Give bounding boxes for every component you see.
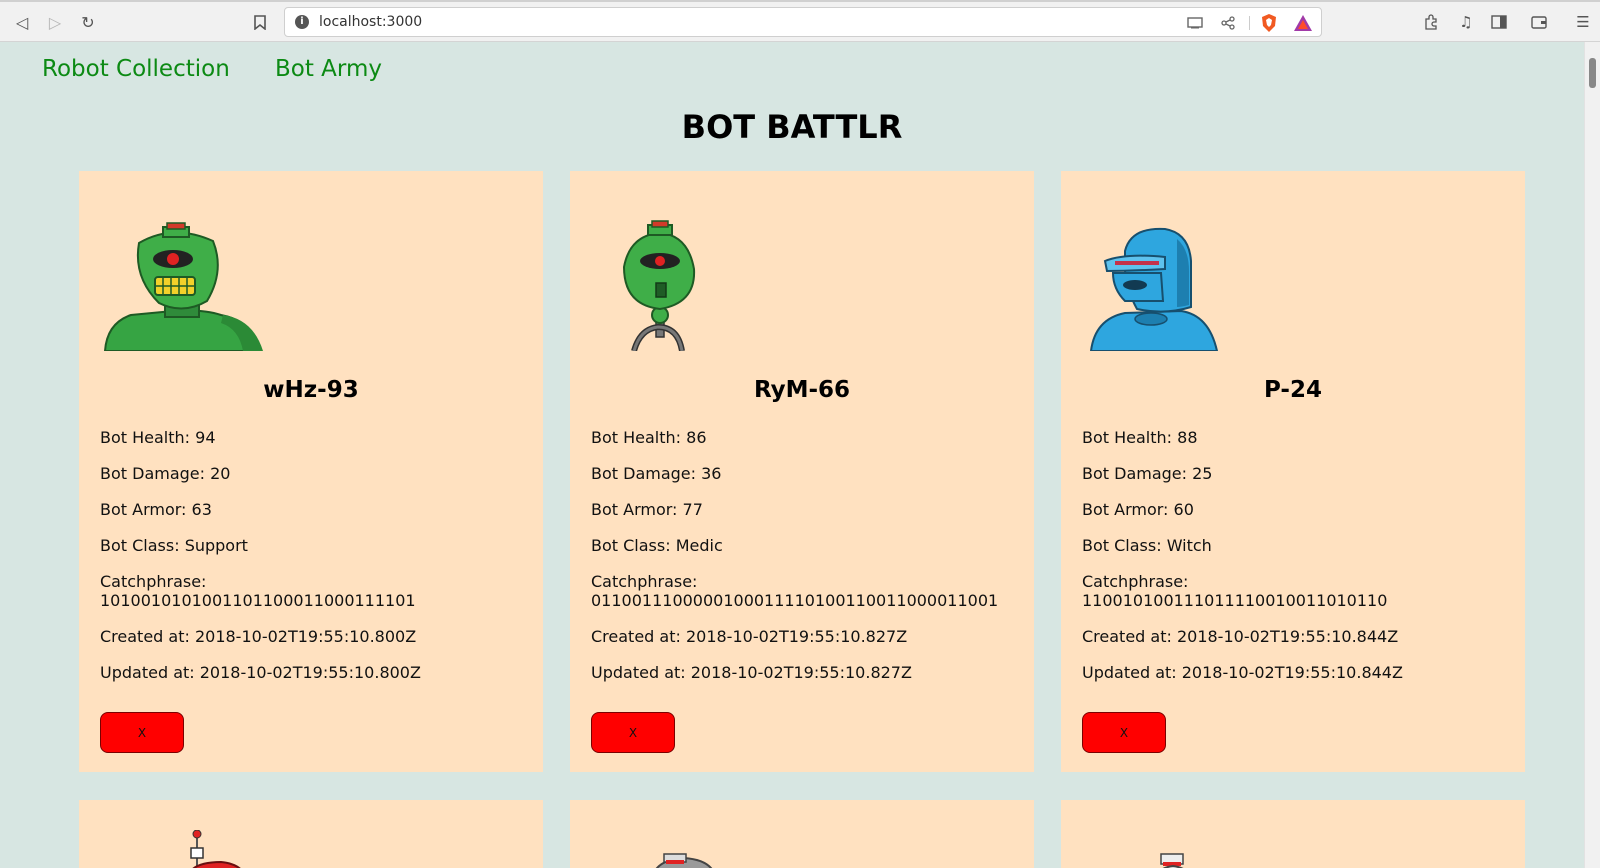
nav-link-robot-collection[interactable]: Robot Collection	[42, 56, 230, 82]
bot-damage: Bot Damage: 36	[591, 464, 722, 483]
bot-name: P-24	[1263, 377, 1322, 403]
bot-card[interactable]: wHz-93 Bot Health: 94 Bot Damage: 20 Bot…	[79, 171, 543, 772]
catchphrase-label: Catchphrase:	[591, 572, 698, 591]
bot-avatar	[594, 211, 764, 351]
bot-created-at: Created at: 2018-10-02T19:55:10.800Z	[100, 627, 417, 646]
bot-damage: Bot Damage: 25	[1082, 464, 1213, 483]
bot-card-partial[interactable]	[570, 800, 1034, 868]
bot-avatar	[1085, 830, 1255, 868]
bot-avatar	[103, 211, 273, 351]
bot-updated-at: Updated at: 2018-10-02T19:55:10.844Z	[1082, 663, 1403, 682]
back-icon[interactable]: ◁	[11, 11, 33, 33]
catchphrase-value: 0110011100000100011110100110011000011001	[591, 591, 999, 610]
url-text: localhost:3000	[319, 14, 423, 30]
bot-catchphrase: Catchphrase: 1010010101001101100011000111…	[100, 572, 530, 610]
bot-stats: Bot Health: 86 Bot Damage: 36 Bot Armor:…	[591, 428, 1021, 699]
site-info-icon[interactable]: i	[295, 15, 309, 29]
bot-class: Bot Class: Witch	[1082, 536, 1212, 555]
address-bar[interactable]: i localhost:3000	[284, 7, 1322, 37]
urlbar-divider	[1249, 16, 1250, 30]
media-icon[interactable]: ♫	[1455, 11, 1477, 33]
bot-card-partial[interactable]	[1061, 800, 1525, 868]
cast-icon[interactable]	[1185, 13, 1205, 33]
bot-armor: Bot Armor: 77	[591, 500, 703, 519]
bot-created-at: Created at: 2018-10-02T19:55:10.827Z	[591, 627, 908, 646]
bot-armor: Bot Armor: 60	[1082, 500, 1194, 519]
bot-damage: Bot Damage: 20	[100, 464, 231, 483]
delete-bot-button[interactable]: X	[100, 712, 184, 753]
bot-card-partial[interactable]	[79, 800, 543, 868]
reload-icon[interactable]: ↻	[77, 11, 99, 33]
bot-updated-at: Updated at: 2018-10-02T19:55:10.827Z	[591, 663, 912, 682]
catchphrase-label: Catchphrase:	[100, 572, 207, 591]
scrollbar-thumb[interactable]	[1589, 58, 1596, 88]
bot-class: Bot Class: Support	[100, 536, 248, 555]
bot-avatar	[594, 830, 764, 868]
wallet-icon[interactable]	[1528, 11, 1550, 33]
bot-card[interactable]: RyM-66 Bot Health: 86 Bot Damage: 36 Bot…	[570, 171, 1034, 772]
bookmark-icon[interactable]	[249, 11, 271, 33]
catchphrase-label: Catchphrase:	[1082, 572, 1189, 591]
page-scrollbar[interactable]	[1584, 42, 1600, 868]
bot-created-at: Created at: 2018-10-02T19:55:10.844Z	[1082, 627, 1399, 646]
catchphrase-value: 11001010011101111001001101011​0	[1082, 591, 1388, 610]
catchphrase-value: 1010010101001101100011000111101	[100, 591, 416, 610]
nav-link-bot-army[interactable]: Bot Army	[275, 56, 382, 82]
bot-catchphrase: Catchphrase: 0110011100000100011110100110…	[591, 572, 1021, 610]
bot-name: wHz-93	[263, 377, 359, 403]
menu-icon[interactable]: ☰	[1572, 11, 1594, 33]
page-content: Robot Collection Bot Army BOT BATTLR wHz…	[0, 42, 1584, 868]
bot-card[interactable]: P-24 Bot Health: 88 Bot Damage: 25 Bot A…	[1061, 171, 1525, 772]
bot-health: Bot Health: 88	[1082, 428, 1198, 447]
bot-health: Bot Health: 94	[100, 428, 216, 447]
delete-bot-button[interactable]: X	[1082, 712, 1166, 753]
bot-stats: Bot Health: 94 Bot Damage: 20 Bot Armor:…	[100, 428, 530, 699]
bot-catchphrase: Catchphrase: 1100101001110111100100110101…	[1082, 572, 1512, 610]
bot-class: Bot Class: Medic	[591, 536, 723, 555]
bot-avatar	[1085, 211, 1255, 351]
bot-health: Bot Health: 86	[591, 428, 707, 447]
bot-updated-at: Updated at: 2018-10-02T19:55:10.800Z	[100, 663, 421, 682]
delete-bot-button[interactable]: X	[591, 712, 675, 753]
extensions-icon[interactable]	[1420, 11, 1442, 33]
brave-rewards-icon[interactable]	[1293, 13, 1313, 33]
bot-stats: Bot Health: 88 Bot Damage: 25 Bot Armor:…	[1082, 428, 1512, 699]
share-icon[interactable]	[1218, 13, 1238, 33]
bot-armor: Bot Armor: 63	[100, 500, 212, 519]
page-title: BOT BATTLR	[681, 108, 903, 146]
bot-name: RyM-66	[753, 377, 851, 403]
bot-avatar	[103, 830, 273, 868]
sidebar-icon[interactable]	[1488, 11, 1510, 33]
forward-icon[interactable]: ▷	[44, 11, 66, 33]
tab-strip-edge	[0, 0, 1600, 2]
browser-toolbar: ◁ ▷ ↻ i localhost:3000 ♫ ☰	[0, 0, 1600, 42]
brave-shields-icon[interactable]	[1259, 13, 1279, 33]
